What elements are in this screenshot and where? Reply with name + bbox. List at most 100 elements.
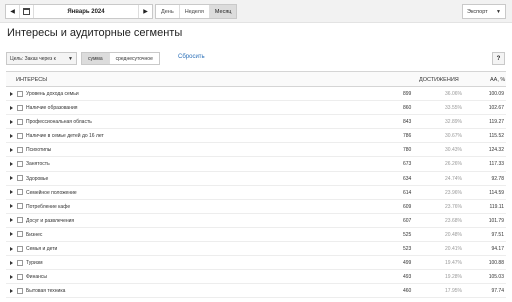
expand-triangle-icon[interactable]: [10, 105, 13, 110]
table-row[interactable]: Уровень дохода семьи 899 36.06% 100.09: [6, 87, 506, 102]
row-count: 525: [403, 231, 412, 238]
page-title: Интересы и аудиторные сегменты: [7, 27, 183, 39]
row-checkbox[interactable]: [17, 259, 23, 266]
expand-triangle-icon[interactable]: [10, 246, 13, 251]
chevron-left-icon: ◀: [10, 9, 15, 15]
toolbar: ◀ Январь 2024 ▶ День Неделя Месяц Экспор…: [0, 0, 512, 23]
column-header-affinity[interactable]: АА, %: [490, 77, 505, 83]
table-row[interactable]: Потребление кафе 609 23.76% 119.11: [6, 200, 506, 214]
row-checkbox[interactable]: [17, 104, 23, 111]
interests-table: ИНТЕРЕСЫ ДОСТИЖЕНИЯ АА, % Уровень дохода…: [6, 71, 506, 299]
row-count: 786: [403, 133, 412, 140]
row-percent: 30.67%: [445, 133, 462, 140]
row-name: Здоровье: [26, 175, 49, 182]
row-percent: 23.96%: [445, 189, 462, 196]
row-name: Наличие образования: [26, 105, 78, 112]
row-affinity: 94.17: [491, 246, 504, 253]
expand-triangle-icon[interactable]: [10, 218, 13, 223]
table-row[interactable]: Здоровье 634 24.74% 92.78: [6, 172, 506, 186]
expand-triangle-icon[interactable]: [10, 288, 13, 293]
help-button[interactable]: ?: [492, 52, 505, 65]
goal-select-label: Цель: Заказ через к: [10, 55, 56, 62]
row-percent: 19.28%: [445, 274, 462, 281]
period-month-button[interactable]: Месяц: [209, 5, 237, 18]
expand-triangle-icon[interactable]: [10, 260, 13, 265]
row-checkbox[interactable]: [17, 203, 23, 210]
row-checkbox[interactable]: [17, 245, 23, 252]
export-dropdown[interactable]: Экспорт ▼: [462, 4, 506, 19]
row-affinity: 117.33: [489, 161, 504, 168]
mode-sum-button[interactable]: сумма: [82, 53, 110, 64]
row-percent: 20.48%: [445, 231, 462, 238]
row-percent: 33.55%: [445, 105, 462, 112]
expand-triangle-icon[interactable]: [10, 274, 13, 279]
reset-link[interactable]: Сбросить: [178, 54, 205, 60]
expand-triangle-icon[interactable]: [10, 147, 13, 152]
row-checkbox[interactable]: [17, 273, 23, 280]
row-checkbox[interactable]: [17, 287, 23, 294]
row-checkbox[interactable]: [17, 160, 23, 167]
expand-triangle-icon[interactable]: [10, 161, 13, 166]
row-affinity: 114.59: [489, 189, 504, 196]
row-checkbox[interactable]: [17, 175, 23, 182]
row-checkbox[interactable]: [17, 146, 23, 153]
row-percent: 20.41%: [445, 246, 462, 253]
row-count: 609: [403, 203, 412, 210]
row-count: 499: [403, 260, 412, 267]
table-row[interactable]: Досуг и развлечения 607 23.68% 101.79: [6, 214, 506, 228]
row-checkbox[interactable]: [17, 231, 23, 238]
column-header-reach[interactable]: ДОСТИЖЕНИЯ: [419, 77, 459, 83]
table-row[interactable]: Бытовая техника 460 17.95% 97.74: [6, 284, 506, 299]
table-row[interactable]: Профессиональная область 843 32.89% 119.27: [6, 115, 506, 130]
date-navigator: ◀ Январь 2024 ▶: [5, 4, 153, 19]
expand-triangle-icon[interactable]: [10, 232, 13, 237]
goal-select[interactable]: Цель: Заказ через к ▼: [6, 52, 77, 65]
row-affinity: 105.03: [488, 274, 504, 281]
period-week-button[interactable]: Неделя: [180, 5, 210, 18]
expand-triangle-icon[interactable]: [10, 91, 13, 96]
row-checkbox[interactable]: [17, 118, 23, 125]
row-affinity: 100.88: [488, 260, 504, 267]
chevron-right-icon: ▶: [143, 9, 148, 15]
next-period-button[interactable]: ▶: [138, 5, 152, 18]
chevron-down-icon: ▼: [68, 55, 73, 62]
mode-daily-average-button[interactable]: среднесуточное: [109, 53, 159, 64]
expand-triangle-icon[interactable]: [10, 204, 13, 209]
row-checkbox[interactable]: [17, 132, 23, 139]
table-header: ИНТЕРЕСЫ ДОСТИЖЕНИЯ АА, %: [6, 71, 506, 87]
row-percent: 30.43%: [445, 147, 462, 154]
expand-triangle-icon[interactable]: [10, 133, 13, 138]
prev-period-button[interactable]: ◀: [6, 5, 20, 18]
table-row[interactable]: Семья и дети 523 20.41% 94.17: [6, 242, 506, 257]
column-header-interests[interactable]: ИНТЕРЕСЫ: [16, 77, 47, 83]
row-name: Уровень дохода семьи: [26, 91, 79, 97]
calendar-button[interactable]: [20, 5, 34, 18]
current-period-label[interactable]: Январь 2024: [34, 5, 138, 18]
export-label: Экспорт: [467, 8, 488, 15]
row-checkbox[interactable]: [17, 189, 23, 196]
row-checkbox[interactable]: [17, 217, 23, 224]
row-percent: 23.76%: [445, 203, 462, 210]
row-checkbox[interactable]: [17, 90, 23, 97]
table-row[interactable]: Наличие в семье детей до 16 лет 786 30.67%…: [6, 129, 506, 144]
row-percent: 24.74%: [445, 175, 462, 182]
table-row[interactable]: Психотипы 780 30.43% 124.32: [6, 143, 506, 158]
row-count: 460: [403, 288, 412, 295]
row-count: 673: [403, 161, 412, 168]
expand-triangle-icon[interactable]: [10, 190, 13, 195]
period-day-button[interactable]: День: [156, 5, 180, 18]
chevron-down-icon: ▼: [496, 8, 501, 15]
table-row[interactable]: Семейное положение 614 23.96% 114.59: [6, 186, 506, 200]
row-affinity: 97.51: [491, 231, 504, 238]
table-row[interactable]: Туризм 499 19.47% 100.88: [6, 256, 506, 271]
expand-triangle-icon[interactable]: [10, 119, 13, 124]
row-name: Досуг и развлечения: [26, 217, 75, 224]
table-row[interactable]: Финансы 493 19.28% 105.03: [6, 270, 506, 285]
row-affinity: 92.78: [491, 175, 504, 182]
aggregation-mode-switcher: сумма среднесуточное: [81, 52, 160, 65]
expand-triangle-icon[interactable]: [10, 176, 13, 181]
table-row[interactable]: Бизнес 525 20.48% 97.51: [6, 228, 506, 243]
table-row[interactable]: Занятость 673 26.26% 117.33: [6, 157, 506, 172]
table-row[interactable]: Наличие образования 860 33.55% 102.67: [6, 101, 506, 116]
row-count: 634: [403, 175, 412, 182]
